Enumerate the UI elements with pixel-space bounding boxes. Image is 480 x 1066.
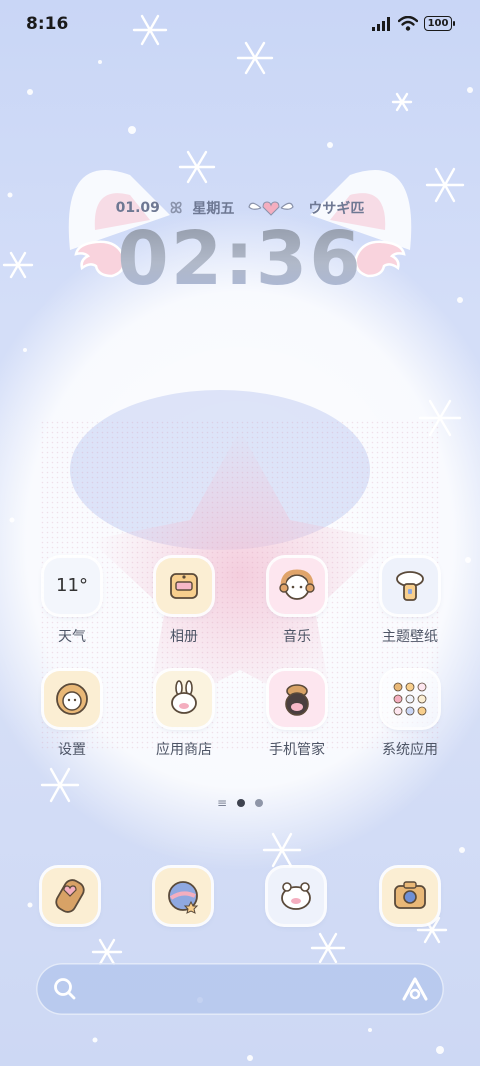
theme-wallpaper-icon bbox=[382, 558, 438, 614]
phone-manager-icon bbox=[269, 671, 325, 727]
winged-heart-icon bbox=[244, 199, 298, 217]
search-icon bbox=[54, 978, 76, 1000]
weather-temp: 11° bbox=[56, 575, 88, 596]
app-label: 天气 bbox=[58, 629, 86, 645]
system-apps-folder-icon bbox=[382, 671, 438, 727]
status-icons: 100 bbox=[372, 16, 455, 31]
music-icon bbox=[269, 558, 325, 614]
app-label: 系统应用 bbox=[382, 742, 438, 758]
settings-icon bbox=[44, 671, 100, 727]
page-dot-active[interactable] bbox=[237, 799, 246, 807]
phone-icon bbox=[42, 868, 98, 924]
signal-icon bbox=[372, 16, 390, 31]
messages-icon bbox=[268, 868, 324, 924]
widget-label: ウサギ匹 bbox=[308, 201, 365, 217]
clock-widget[interactable]: 02:36 bbox=[0, 216, 480, 302]
app-label: 相册 bbox=[170, 629, 198, 645]
app-store-icon bbox=[156, 671, 212, 727]
app-folder-system[interactable]: 系统应用 bbox=[370, 671, 450, 759]
app-gallery[interactable]: 相册 bbox=[144, 558, 224, 646]
widget-date: 01.09 bbox=[115, 200, 160, 216]
app-music[interactable]: 音乐 bbox=[257, 558, 337, 646]
battery-icon: 100 bbox=[424, 16, 455, 31]
menu-lines-icon: ≡ bbox=[216, 796, 228, 810]
weather-icon: 11° bbox=[44, 558, 100, 614]
app-themes[interactable]: 主题壁纸 bbox=[370, 558, 450, 646]
app-label: 音乐 bbox=[283, 629, 311, 645]
app-label: 手机管家 bbox=[269, 742, 325, 758]
dock-browser[interactable] bbox=[143, 868, 223, 924]
app-label: 主题壁纸 bbox=[382, 629, 438, 645]
widget-date-line: 01.09 ꕤ 星期五 ウサギ匹 bbox=[0, 198, 480, 218]
app-phone-manager[interactable]: 手机管家 bbox=[257, 671, 337, 759]
app-weather[interactable]: 11° 天气 bbox=[32, 558, 112, 646]
dock-camera[interactable] bbox=[370, 868, 450, 924]
page-dot[interactable] bbox=[255, 799, 264, 807]
app-settings[interactable]: 设置 bbox=[32, 671, 112, 759]
page-indicator[interactable]: ≡ bbox=[0, 796, 480, 810]
photo-album-icon bbox=[156, 558, 212, 614]
search-bar[interactable] bbox=[36, 963, 444, 1015]
app-label: 设置 bbox=[58, 742, 86, 758]
status-time: 8:16 bbox=[26, 14, 69, 34]
status-bar: 8:16 100 bbox=[0, 0, 480, 50]
browser-icon bbox=[155, 868, 211, 924]
app-store[interactable]: 应用商店 bbox=[144, 671, 224, 759]
widget-weekday: 星期五 bbox=[192, 201, 235, 217]
dock-messages[interactable] bbox=[256, 868, 336, 924]
wifi-icon bbox=[398, 16, 418, 31]
app-label: 应用商店 bbox=[156, 742, 212, 758]
dock-phone[interactable] bbox=[30, 868, 110, 924]
camera-icon bbox=[382, 868, 438, 924]
butterfly-icon: ꕤ bbox=[169, 199, 183, 217]
assistant-icon[interactable] bbox=[400, 975, 430, 1003]
